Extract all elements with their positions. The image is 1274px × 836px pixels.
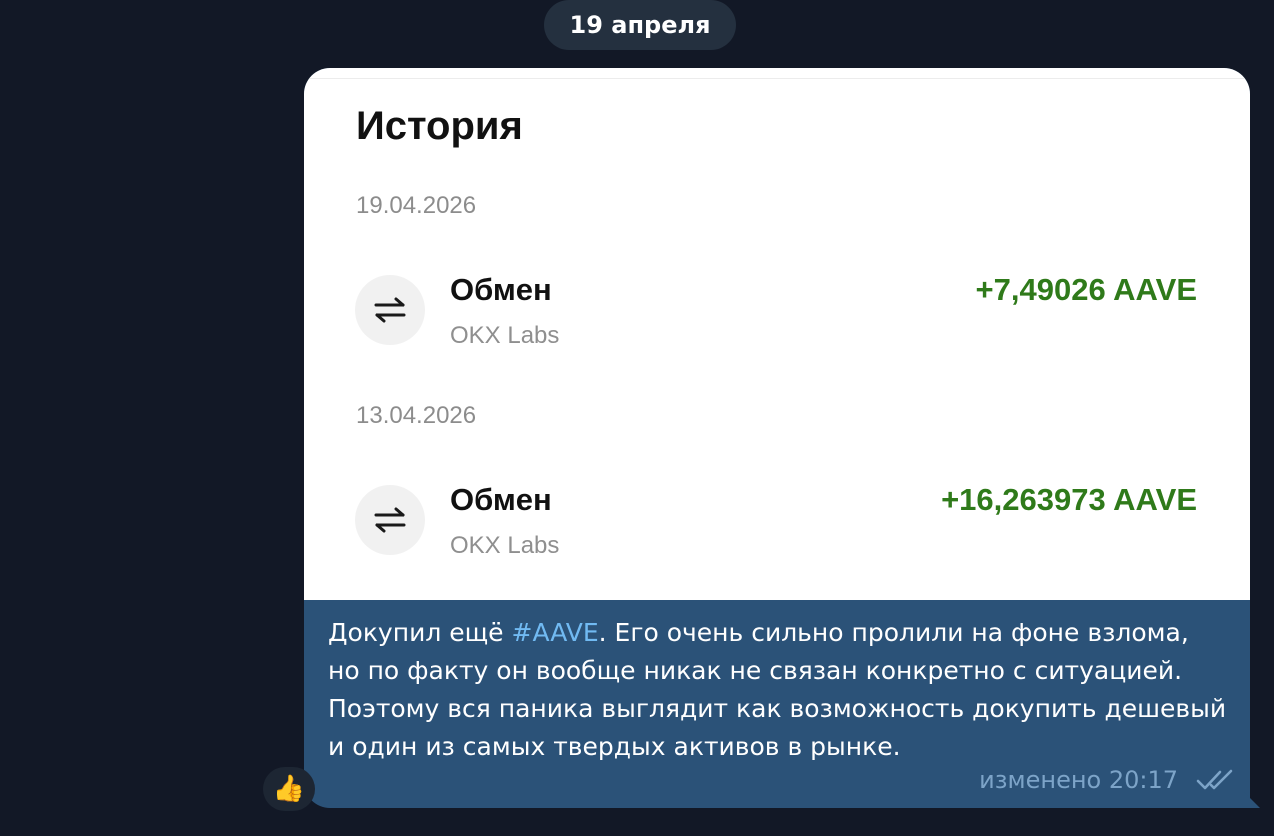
message-text-part: Докупил ещё [328, 618, 512, 647]
image-top-divider [304, 78, 1250, 79]
transaction-date: 13.04.2026 [356, 402, 477, 429]
bubble-tail [1244, 792, 1260, 808]
transaction-amount: +16,263973 AAVE [941, 482, 1197, 517]
message-meta: изменено 20:17 [979, 762, 1236, 798]
attached-image[interactable]: История 19.04.2026 Обмен OKX Labs +7,490… [304, 68, 1250, 600]
message-bubble[interactable]: История 19.04.2026 Обмен OKX Labs +7,490… [304, 68, 1250, 808]
transaction-title: Обмен [450, 482, 552, 517]
double-check-icon [1196, 769, 1233, 790]
transaction-date: 19.04.2026 [356, 192, 477, 219]
swap-arrows-icon [355, 275, 425, 345]
message-text: Докупил ещё #AAVE. Его очень сильно прол… [328, 614, 1228, 766]
transaction-title: Обмен [450, 272, 552, 307]
transaction-amount: +7,49026 AAVE [975, 272, 1197, 307]
hashtag-link[interactable]: #AAVE [512, 618, 599, 647]
reaction-thumbs-up-icon[interactable]: 👍 [263, 767, 315, 811]
edited-timestamp: изменено 20:17 [979, 766, 1178, 794]
transaction-subtitle: OKX Labs [450, 322, 560, 349]
swap-arrows-icon [355, 485, 425, 555]
transaction-subtitle: OKX Labs [450, 532, 560, 559]
date-separator: 19 апреля [544, 0, 736, 50]
history-title: История [356, 104, 523, 148]
